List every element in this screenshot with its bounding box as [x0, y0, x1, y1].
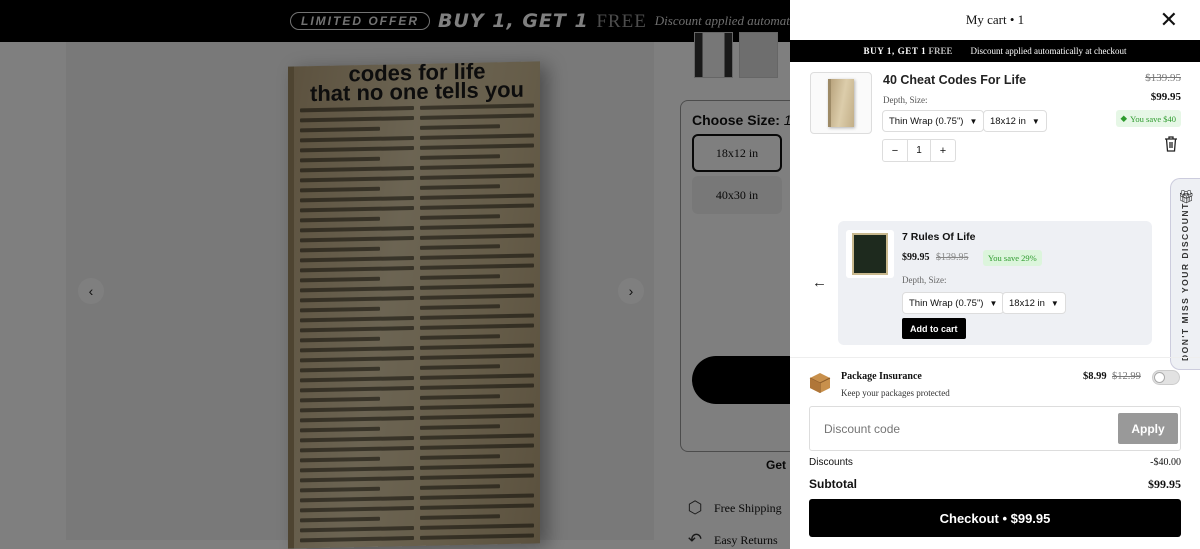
discounts-label: Discounts [809, 457, 853, 468]
size-select[interactable]: 18x12 in ▼ [983, 110, 1047, 132]
quantity-stepper: − 1 + [882, 139, 956, 162]
line-item-savings-badge: ◆ You save $40 [1115, 110, 1181, 127]
cart-promo-banner: BUY 1, GET 1 FREE Discount applied autom… [790, 40, 1200, 62]
savings-text: You save $40 [1130, 113, 1176, 124]
size-value: 18x12 in [1009, 297, 1045, 309]
apply-button[interactable]: Apply [1118, 413, 1178, 444]
upsell-prev-icon[interactable]: ← [812, 274, 827, 291]
cart-title: My cart • 1 [965, 12, 1025, 27]
chevron-down-icon: ▼ [1050, 298, 1059, 308]
checkout-button[interactable]: Checkout • $99.95 [809, 499, 1181, 537]
line-item-price: $99.95 [1150, 91, 1181, 103]
insurance-title: Package Insurance [841, 371, 922, 382]
quantity-value[interactable]: 1 [907, 140, 931, 161]
cart-header: My cart • 1 ✕ [790, 0, 1200, 40]
chevron-down-icon: ▼ [969, 116, 978, 126]
quantity-increase-button[interactable]: + [931, 140, 955, 161]
size-value: 18x12 in [990, 115, 1026, 127]
line-item-title[interactable]: 40 Cheat Codes For Life [883, 73, 1026, 87]
package-icon [809, 373, 831, 393]
banner-text: Discount applied automatically at checko… [970, 46, 1127, 56]
banner-offer: BUY 1, GET 1 FREE [863, 46, 953, 56]
upsell-options-label: Depth, Size: [902, 275, 947, 285]
discount-code-input[interactable] [824, 417, 1104, 441]
discounts-value: -$40.00 [1150, 457, 1181, 468]
line-item-options-label: Depth, Size: [883, 95, 928, 105]
depth-select[interactable]: Thin Wrap (0.75") ▼ [882, 110, 985, 132]
insurance-price: $8.99 [1083, 371, 1107, 382]
insurance-subtitle: Keep your packages protected [841, 388, 950, 398]
add-to-cart-button[interactable]: Add to cart [902, 318, 966, 339]
upsell-compare-price: $139.95 [936, 252, 969, 263]
page-overlay[interactable] [0, 0, 790, 549]
discount-code-form: Apply [809, 406, 1181, 451]
line-item-compare-price: $139.95 [1145, 72, 1181, 84]
chevron-down-icon: ▼ [989, 298, 998, 308]
tag-icon: ◆ [1120, 113, 1128, 123]
discount-side-tab[interactable]: 🎁︎ DON'T MISS YOUR DISCOUNT [1170, 178, 1200, 370]
subtotal-value: $99.95 [1148, 477, 1181, 491]
subtotal-label: Subtotal [809, 477, 857, 491]
close-icon[interactable]: ✕ [1160, 9, 1178, 31]
depth-value: Thin Wrap (0.75") [909, 297, 984, 309]
upsell-savings-badge: You save 29% [983, 250, 1042, 266]
insurance-compare-price: $12.99 [1112, 371, 1141, 382]
upsell-price: $99.95 [902, 252, 930, 263]
trash-icon[interactable] [1164, 136, 1178, 152]
upsell-title[interactable]: 7 Rules Of Life [902, 231, 976, 243]
chevron-down-icon: ▼ [1031, 116, 1040, 126]
upsell-image[interactable] [846, 230, 894, 278]
cart-drawer: My cart • 1 ✕ BUY 1, GET 1 FREE Discount… [790, 0, 1200, 549]
upsell-size-select[interactable]: 18x12 in ▼ [1002, 292, 1066, 314]
line-item-image[interactable] [810, 72, 872, 134]
upsell-card: 7 Rules Of Life $99.95 $139.95 You save … [838, 221, 1152, 345]
insurance-toggle[interactable] [1152, 370, 1180, 385]
discounts-row: Discounts -$40.00 [809, 457, 1181, 468]
package-insurance: Package Insurance Keep your packages pro… [790, 357, 1200, 403]
depth-value: Thin Wrap (0.75") [889, 115, 964, 127]
subtotal-row: Subtotal $99.95 [809, 477, 1181, 492]
quantity-decrease-button[interactable]: − [883, 140, 907, 161]
upsell-depth-select[interactable]: Thin Wrap (0.75") ▼ [902, 292, 1005, 314]
discount-tab-label: DON'T MISS YOUR DISCOUNT [1180, 202, 1190, 361]
